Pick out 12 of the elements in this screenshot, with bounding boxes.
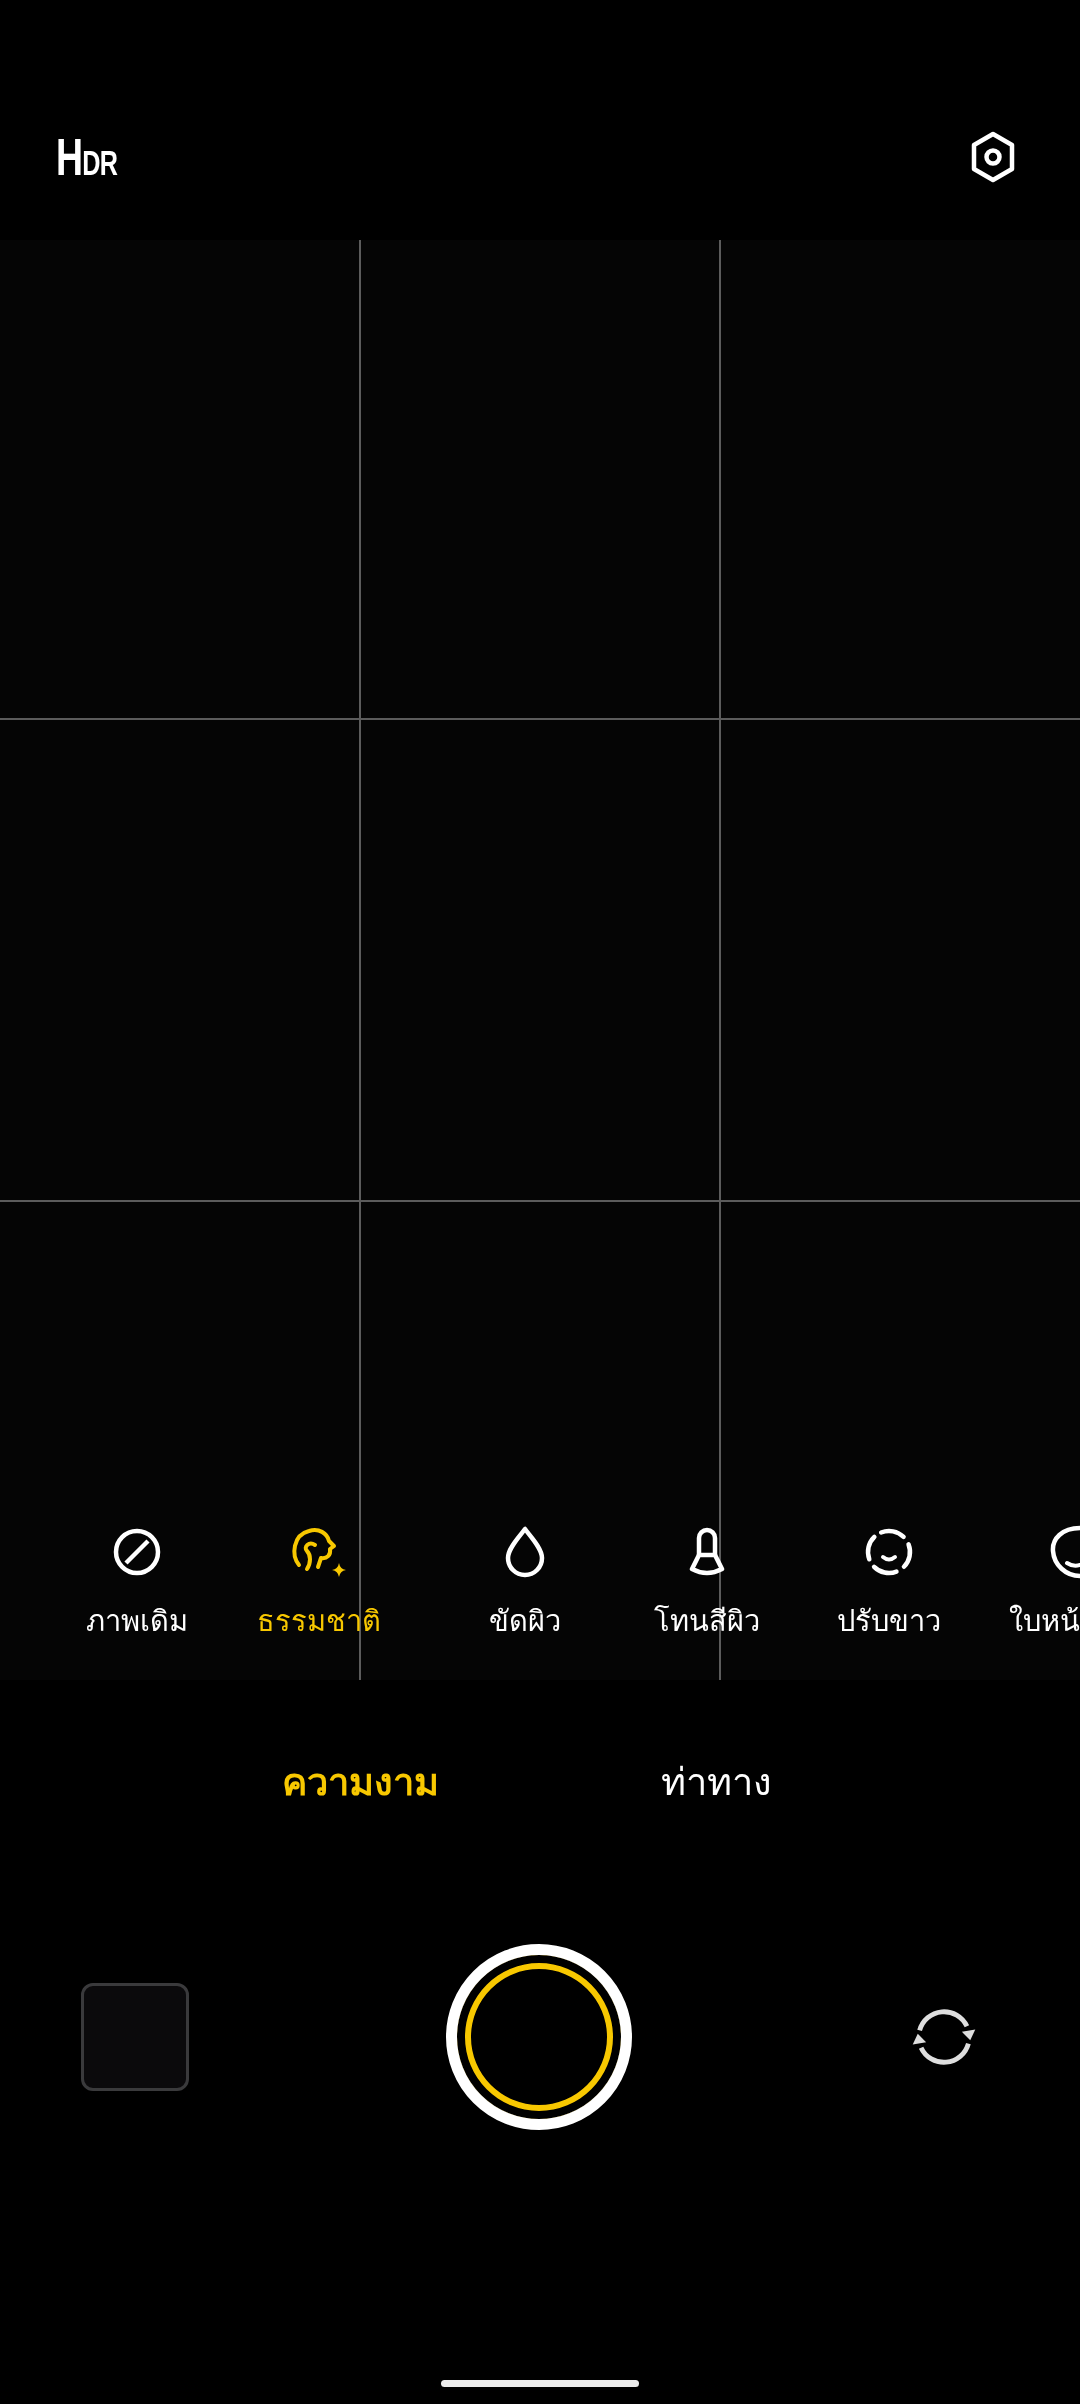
face-outline-icon xyxy=(1050,1525,1080,1579)
beauty-option[interactable]: ขัดผิว xyxy=(434,1510,616,1656)
beauty-option[interactable]: โทนสีผิว xyxy=(616,1510,798,1656)
hdr-toggle[interactable]: HDR xyxy=(56,131,118,183)
beauty-option[interactable]: ปรับขาว xyxy=(798,1510,980,1656)
beauty-option[interactable]: ธรรมชาติ xyxy=(228,1510,410,1656)
beauty-option[interactable]: ภาพเดิม xyxy=(46,1510,228,1656)
mode-tab[interactable]: ท่าทาง xyxy=(660,1757,772,1807)
settings-icon[interactable] xyxy=(970,131,1016,183)
mode-tab[interactable]: ความงาม xyxy=(281,1757,439,1807)
gallery-thumbnail[interactable] xyxy=(81,1983,189,2091)
beauty-option[interactable]: ใบหน้ xyxy=(980,1510,1080,1656)
